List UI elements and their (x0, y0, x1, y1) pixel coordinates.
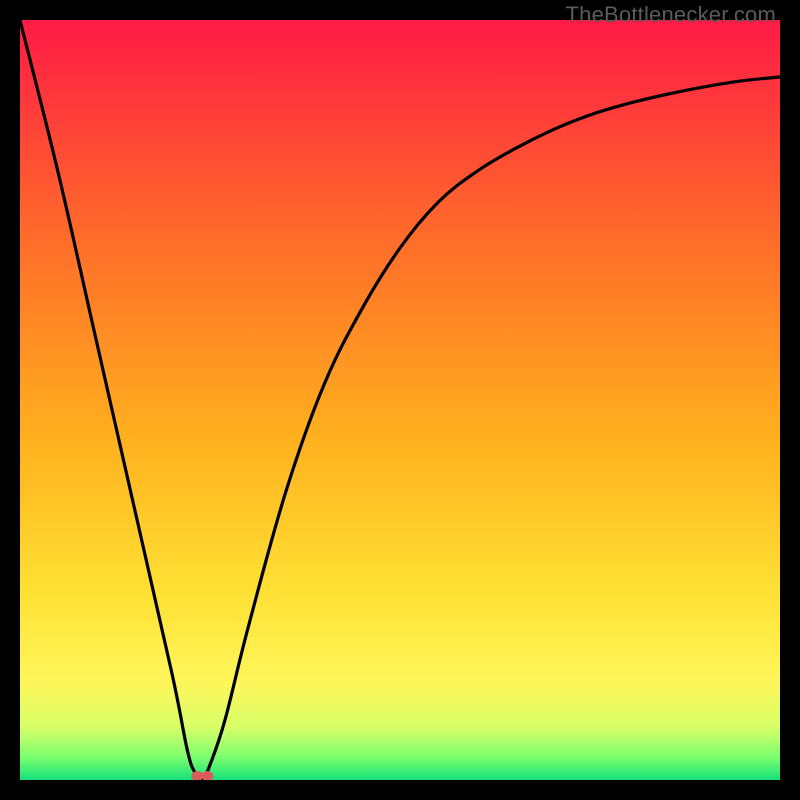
chart-frame (20, 20, 780, 780)
watermark-text: TheBottlenecker.com (566, 2, 776, 28)
gradient-background (20, 20, 780, 780)
chart-svg (20, 20, 780, 780)
